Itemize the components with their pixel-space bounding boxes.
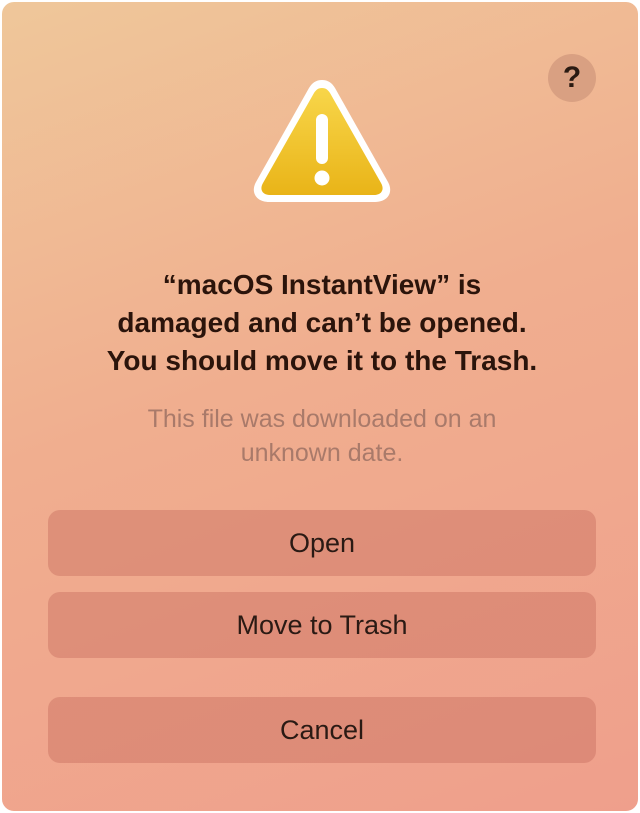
move-to-trash-button[interactable]: Move to Trash xyxy=(48,592,596,658)
help-button[interactable]: ? xyxy=(548,54,596,102)
help-question-icon: ? xyxy=(562,61,582,94)
open-button-label: Open xyxy=(288,527,356,558)
warning-triangle-icon xyxy=(253,80,391,202)
cancel-button[interactable]: Cancel xyxy=(48,697,596,763)
dialog-subtitle: This file was downloaded on an unknown d… xyxy=(147,405,497,467)
move-to-trash-button-label: Move to Trash xyxy=(236,609,408,640)
dialog-title: “macOS InstantView” is damaged and can’t… xyxy=(106,269,538,376)
alert-dialog: ? “macOS InstantView” is damaged and can… xyxy=(0,0,640,813)
cancel-button-label: Cancel xyxy=(279,714,365,745)
open-button[interactable]: Open xyxy=(48,510,596,576)
